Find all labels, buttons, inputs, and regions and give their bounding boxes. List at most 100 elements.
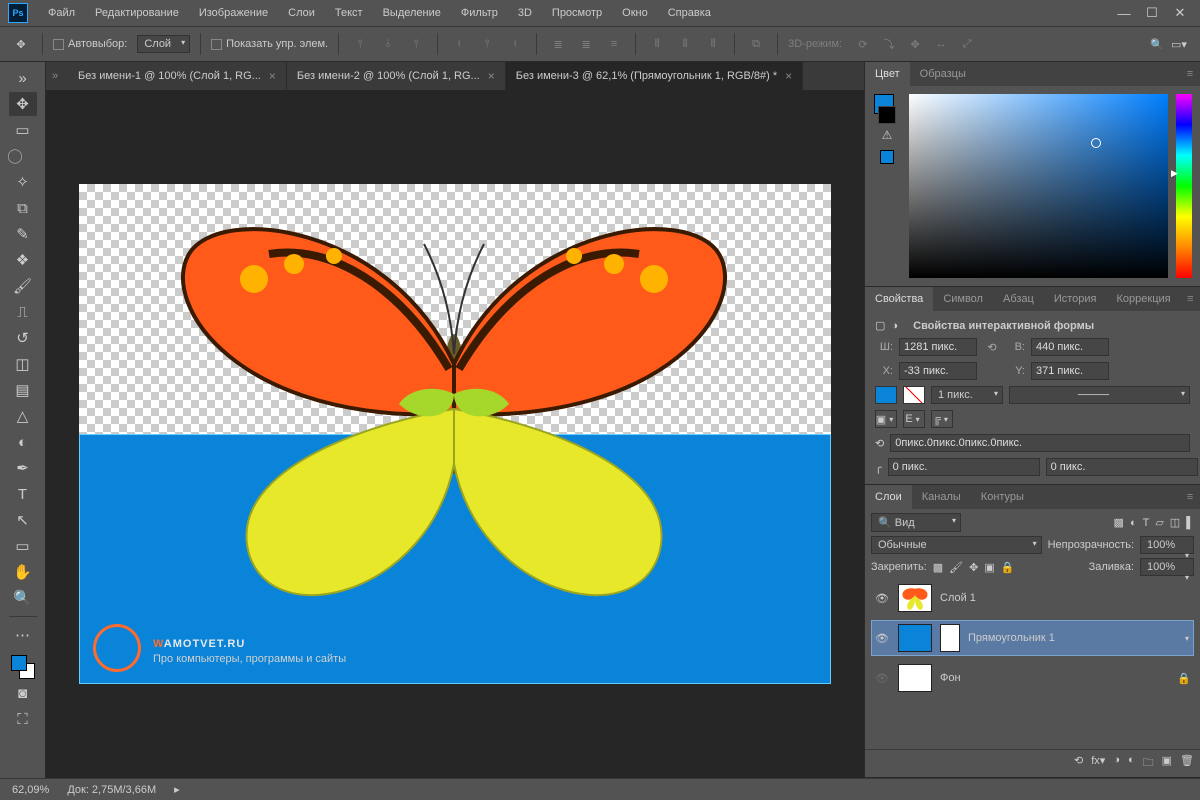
link-corners-icon[interactable]: ⟲ [875,437,884,450]
brush-tool[interactable]: 🖌 [9,274,37,298]
distribute-icon-3[interactable]: ≡ [603,33,625,55]
stroke-style-dropdown[interactable]: ──── [1009,386,1190,404]
y-input[interactable] [1031,362,1109,380]
fg-bg-colors[interactable] [11,655,35,679]
filter-smart-icon[interactable]: ◫ [1170,516,1180,529]
align-top-icon[interactable]: ⫯ [349,33,371,55]
align-bottom-icon[interactable]: ⫯ [405,33,427,55]
move-tool[interactable]: ✥ [9,92,37,116]
filter-shape-icon[interactable]: ▱ [1155,516,1163,529]
doc-size[interactable]: Док: 2,75M/3,66M [67,784,156,796]
tab-handle-icon[interactable]: » [52,62,68,90]
doc-tab-1[interactable]: Без имени-1 @ 100% (Слой 1, RG...× [68,62,287,90]
filter-pixel-icon[interactable]: ▩ [1114,516,1124,529]
adjustment-layer-icon[interactable]: ◐ [1128,754,1135,773]
close-tab-icon[interactable]: × [785,69,792,83]
menu-help[interactable]: Справка [660,3,719,23]
visibility-icon[interactable]: 👁 [874,592,890,605]
vector-mask-thumbnail[interactable] [940,624,960,652]
3d-pan-icon[interactable]: ✥ [904,33,926,55]
search-icon[interactable]: 🔍 [1146,33,1168,55]
align-left-icon[interactable]: ⫮ [448,33,470,55]
3d-slide-icon[interactable]: ↔ [930,33,952,55]
lasso-tool[interactable]: ⃝ [9,144,37,168]
wand-tool[interactable]: ✧ [9,170,37,194]
filter-toggle[interactable]: ▌ [1186,517,1194,529]
stroke-corners-dropdown[interactable]: ╔▾ [931,410,953,428]
height-input[interactable] [1031,338,1109,356]
edit-toolbar-icon[interactable]: ⋯ [9,623,37,647]
layer-name[interactable]: Фон [940,672,961,684]
distribute-h-icon-3[interactable]: ⫴ [702,33,724,55]
visibility-icon[interactable]: 👁 [874,672,890,685]
menu-select[interactable]: Выделение [375,3,449,23]
gradient-tool[interactable]: ▤ [9,378,37,402]
stroke-width-input[interactable]: 1 пикс. [931,386,1003,404]
auto-select-dropdown[interactable]: Слой [137,35,190,53]
gamut-warning-icon[interactable]: ⚠ [882,128,893,142]
menu-text[interactable]: Текст [327,3,371,23]
tab-channels[interactable]: Каналы [912,485,971,509]
menu-filter[interactable]: Фильтр [453,3,506,23]
expand-toolbox-icon[interactable]: » [9,66,37,90]
tab-paths[interactable]: Контуры [971,485,1034,509]
window-maximize[interactable]: ☐ [1140,4,1164,22]
menu-window[interactable]: Окно [614,3,656,23]
lock-all-icon[interactable]: 🔒 [1001,561,1015,574]
opacity-input[interactable]: 100% [1140,536,1194,554]
lock-pixels-icon[interactable]: 🖌 [949,561,963,574]
pen-tool[interactable]: ✒ [9,456,37,480]
menu-image[interactable]: Изображение [191,3,276,23]
layer-row[interactable]: 👁 Слой 1 [871,580,1194,616]
lock-transparent-icon[interactable]: ▩ [933,561,943,574]
panel-menu-icon[interactable]: ≡ [1180,62,1200,86]
quickmask-tool[interactable]: ◙ [9,681,37,705]
panel-menu-icon[interactable]: ≡ [1180,485,1200,509]
layer-thumbnail[interactable] [898,664,932,692]
delete-layer-icon[interactable]: 🗑 [1180,754,1194,773]
doc-tab-3[interactable]: Без имени-3 @ 62,1% (Прямоугольник 1, RG… [506,62,803,90]
layer-thumbnail[interactable] [898,584,932,612]
auto-select-checkbox[interactable]: Автовыбор: [53,38,127,50]
eyedropper-tool[interactable]: ✎ [9,222,37,246]
hue-slider[interactable]: ▶ [1176,94,1192,278]
tab-character[interactable]: Символ [933,287,993,311]
workspace-icon[interactable]: ▭▾ [1168,33,1190,55]
3d-roll-icon[interactable]: ⤵ [878,33,900,55]
crop-tool[interactable]: ⧉ [9,196,37,220]
3d-zoom-icon[interactable]: ⤢ [956,33,978,55]
bg-color-swatch[interactable] [878,106,896,124]
distribute-h-icon-2[interactable]: ⫴ [674,33,696,55]
distribute-h-icon[interactable]: ⫴ [646,33,668,55]
status-arrow-icon[interactable]: ▸ [174,783,180,796]
align-hcenter-icon[interactable]: ⫯ [476,33,498,55]
hand-tool[interactable]: ✋ [9,560,37,584]
history-brush-tool[interactable]: ↺ [9,326,37,350]
layer-mask-icon[interactable]: ◑ [1113,754,1120,773]
corner-tr-input[interactable] [1046,458,1198,476]
menu-file[interactable]: Файл [40,3,83,23]
tab-history[interactable]: История [1044,287,1107,311]
color-field[interactable] [909,94,1168,278]
text-tool[interactable]: T [9,482,37,506]
align-vcenter-icon[interactable]: ⫰ [377,33,399,55]
close-tab-icon[interactable]: × [488,69,495,83]
visibility-icon[interactable]: 👁 [874,632,890,645]
eraser-tool[interactable]: ◫ [9,352,37,376]
marquee-tool[interactable]: ▭ [9,118,37,142]
close-tab-icon[interactable]: × [269,69,276,83]
blur-tool[interactable]: △ [9,404,37,428]
new-layer-icon[interactable]: ▣ [1162,754,1172,773]
canvas-area[interactable]: WAMOTVET.RU Про компьютеры, программы и … [46,90,864,778]
window-close[interactable]: ✕ [1168,4,1192,22]
corner-tl-input[interactable] [888,458,1040,476]
menu-3d[interactable]: 3D [510,3,540,23]
dodge-tool[interactable]: ◐ [9,430,37,454]
menu-edit[interactable]: Редактирование [87,3,187,23]
healing-tool[interactable]: ❖ [9,248,37,272]
stroke-caps-dropdown[interactable]: E▾ [903,410,925,428]
x-input[interactable] [899,362,977,380]
auto-align-icon[interactable]: ⧉ [745,33,767,55]
stroke-align-dropdown[interactable]: ▣▾ [875,410,897,428]
show-transform-checkbox[interactable]: Показать упр. элем. [211,38,328,50]
